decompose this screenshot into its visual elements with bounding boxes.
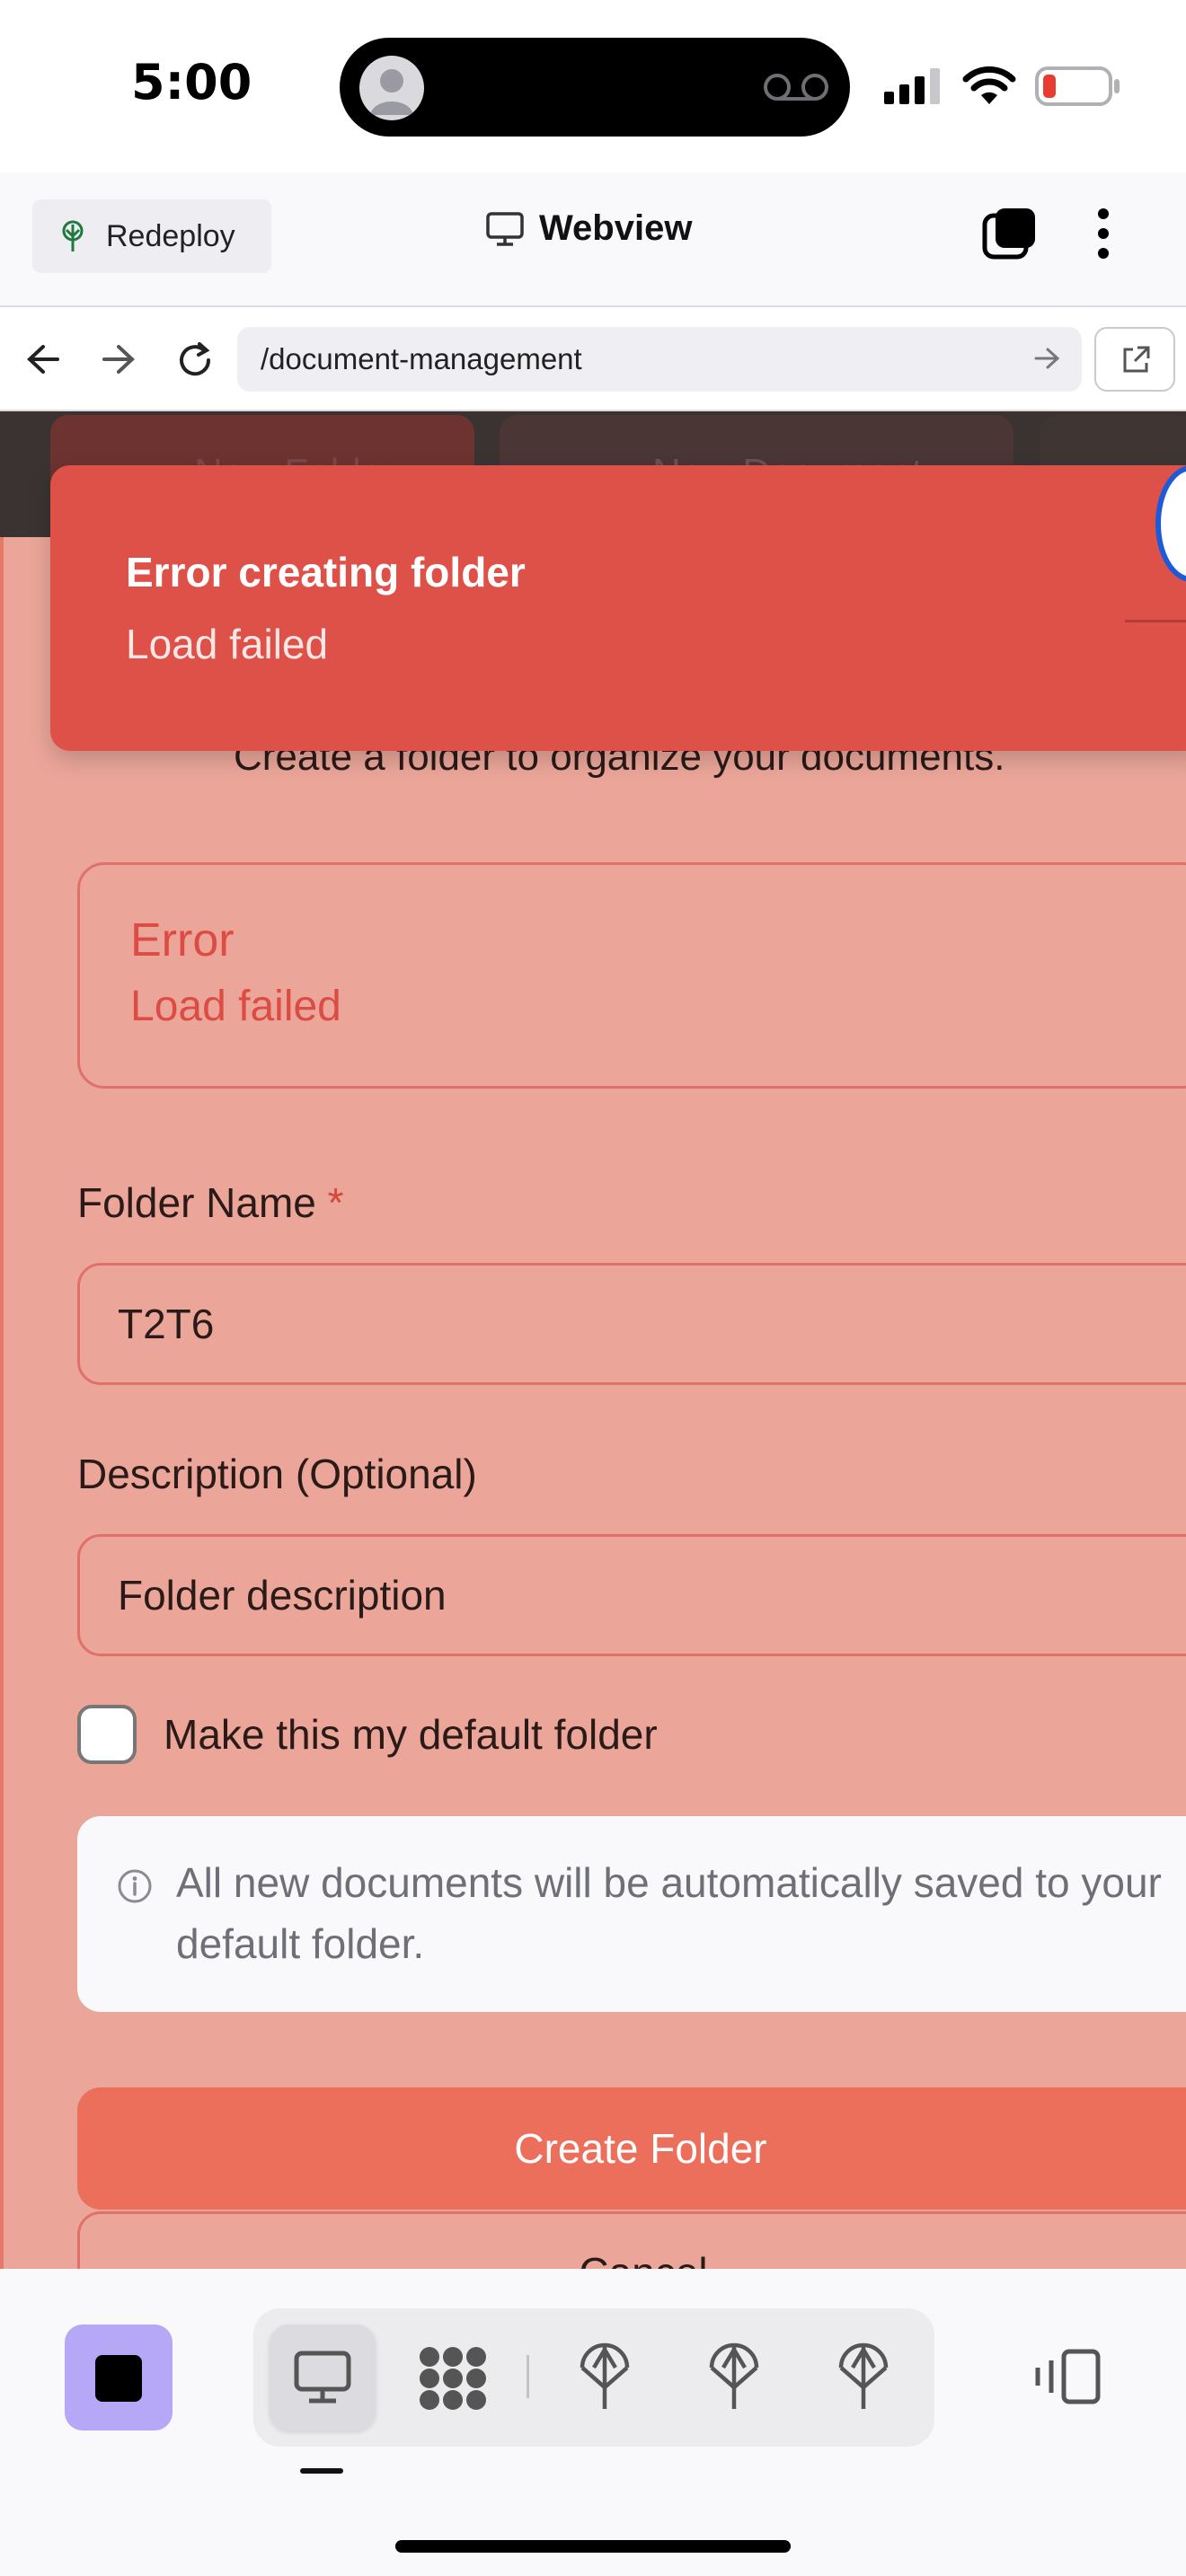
url-text: /document-management [261,342,582,375]
stop-button[interactable] [65,2325,173,2430]
reload-icon[interactable] [174,340,216,381]
redeploy-label: Redeploy [106,218,235,253]
external-link-button[interactable] [1094,327,1175,392]
forward-icon[interactable] [101,343,137,375]
tabs-icon[interactable] [981,207,1037,262]
folder-name-input[interactable]: T2T6 [77,1263,1186,1385]
wifi-icon [962,66,1016,104]
required-mark: * [327,1179,344,1226]
avatar [359,56,424,120]
url-input[interactable]: /document-management [237,327,1082,392]
toast-divider [1125,620,1186,622]
tree-icon[interactable] [579,2342,631,2413]
go-icon[interactable] [1033,347,1060,370]
webview-title-text: Webview [539,208,693,248]
tree-icon[interactable] [837,2342,890,2413]
redeploy-button[interactable]: Redeploy [32,199,271,273]
toast-title: Error creating folder [126,549,526,595]
external-link-icon [1123,346,1150,373]
default-folder-checkbox[interactable] [77,1705,137,1764]
default-folder-label[interactable]: Make this my default folder [164,1710,658,1759]
voicemail-icon [764,74,828,101]
description-label: Description (Optional) [77,1451,477,1497]
home-indicator [395,2540,791,2553]
error-alert-message: Load failed [130,983,341,1030]
description-placeholder: Folder description [118,1572,447,1619]
signal-icon [884,68,940,104]
expo-icon[interactable] [417,2344,489,2413]
tab-webview[interactable] [270,2325,376,2430]
tree-icon[interactable] [708,2342,760,2413]
stop-icon [95,2355,142,2402]
folder-name-value: T2T6 [118,1301,215,1347]
info-icon [118,1869,152,1903]
error-alert-title: Error [130,914,235,966]
back-icon[interactable] [25,343,61,375]
status-time: 5:00 [131,54,252,110]
folder-name-label: Folder Name * [77,1178,344,1227]
dynamic-island [340,38,850,137]
folder-name-label-text: Folder Name [77,1179,316,1226]
monitor-icon [486,211,524,246]
battery-icon [1035,66,1120,106]
device-rotate-icon[interactable] [1033,2348,1102,2405]
create-folder-label: Create Folder [514,2125,767,2172]
tree-icon [62,220,84,251]
info-callout: All new documents will be automatically … [77,1816,1186,2012]
error-toast[interactable]: Error creating folder Load failed [50,465,1186,751]
page-title: Webview [485,208,692,249]
error-alert: Error Load failed [77,862,1186,1089]
more-icon[interactable] [1094,207,1112,260]
active-tab-indicator [300,2468,343,2474]
monitor-icon [294,2351,351,2404]
description-input[interactable]: Folder description [77,1534,1186,1656]
tab-divider [527,2355,529,2398]
toast-message: Load failed [126,621,329,667]
info-text: All new documents will be automatically … [176,1859,1162,1967]
create-folder-button[interactable]: Create Folder [77,2087,1186,2210]
